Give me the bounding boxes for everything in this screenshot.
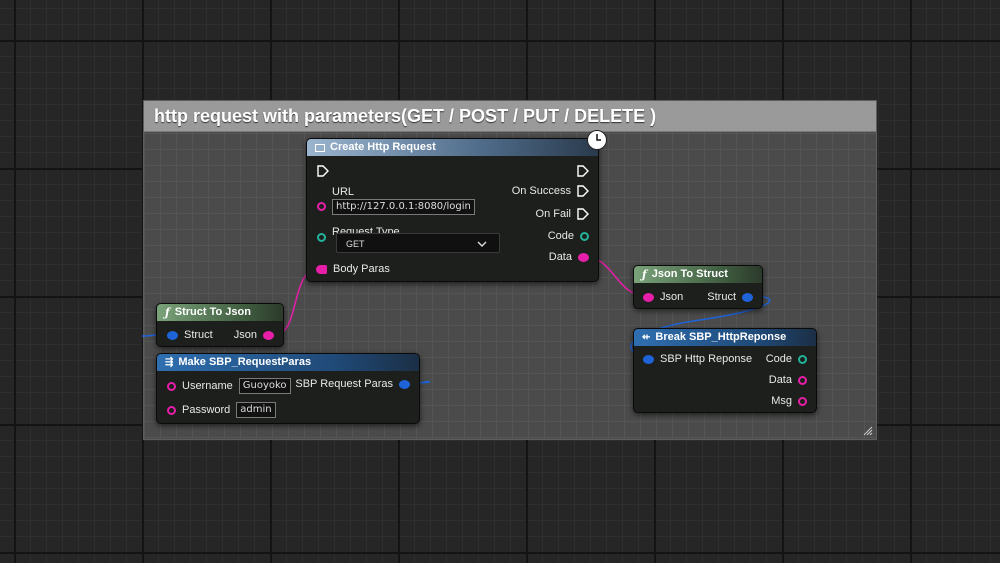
node-icon (315, 143, 325, 152)
password-pin[interactable] (167, 405, 176, 415)
http-response-input-label: SBP Http Reponse (660, 353, 753, 365)
struct-input-pin[interactable] (167, 330, 178, 340)
on-fail-label: On Fail (535, 208, 571, 220)
url-input[interactable]: http://127.0.0.1:8080/login (332, 199, 475, 215)
struct-output-label: Struct (707, 291, 736, 303)
request-type-pin[interactable] (317, 233, 326, 242)
clock-icon (587, 130, 607, 150)
username-label: Username (182, 380, 233, 392)
body-paras-pin[interactable] (316, 264, 327, 274)
break-data-label: Data (768, 374, 792, 386)
json-output-label: Json (233, 329, 257, 341)
username-input[interactable]: Guoyoko (238, 378, 291, 394)
exec-output-pin[interactable] (577, 165, 589, 177)
code-output-label: Code (547, 230, 574, 242)
chevron-down-icon (477, 241, 487, 247)
code-output-pin[interactable] (580, 231, 589, 241)
create-http-request-title: Create Http Request (330, 141, 436, 153)
create-http-request-header[interactable]: Create Http Request (307, 139, 598, 156)
break-msg-pin[interactable] (798, 396, 807, 406)
url-label: URL (332, 186, 355, 198)
json-to-struct-title: Json To Struct (651, 268, 728, 280)
struct-to-json-title: Struct To Json (174, 306, 251, 318)
request-paras-output-label: SBP Request Paras (295, 378, 393, 390)
password-label: Password (182, 404, 231, 416)
url-pin[interactable] (317, 202, 326, 211)
json-input-pin[interactable] (643, 292, 654, 302)
resize-grip-icon[interactable] (863, 426, 873, 436)
create-http-request-node[interactable]: Create Http Request URL http://127.0.0.1… (306, 130, 607, 282)
break-http-response-title: Break SBP_HttpReponse (655, 331, 787, 343)
make-request-paras-header[interactable]: ⇶ Make SBP_RequestParas (157, 354, 419, 371)
break-code-label: Code (765, 353, 792, 365)
break-code-pin[interactable] (798, 354, 807, 364)
request-paras-output-pin[interactable] (399, 379, 410, 389)
request-type-value: GET (346, 239, 365, 249)
break-data-pin[interactable] (798, 375, 807, 385)
password-input[interactable]: admin (236, 402, 276, 418)
json-to-struct-header[interactable]: ƒ Json To Struct (634, 266, 762, 283)
break-http-response-node[interactable]: ⇷ Break SBP_HttpReponse SBP Http Reponse… (633, 328, 817, 413)
request-type-dropdown[interactable]: GET (336, 233, 500, 253)
make-struct-icon: ⇶ (165, 357, 174, 368)
struct-to-json-header[interactable]: ƒ Struct To Json (157, 304, 283, 321)
body-paras-label: Body Paras (333, 263, 390, 275)
username-pin[interactable] (167, 381, 176, 391)
break-struct-icon: ⇷ (642, 332, 651, 343)
break-http-response-header[interactable]: ⇷ Break SBP_HttpReponse (634, 329, 816, 346)
exec-input-pin[interactable] (317, 165, 329, 177)
data-output-label: Data (548, 251, 572, 263)
data-output-pin[interactable] (578, 252, 589, 262)
json-input-label: Json (660, 291, 684, 303)
struct-to-json-node[interactable]: ƒ Struct To Json Struct Json (156, 303, 284, 347)
make-request-paras-title: Make SBP_RequestParas (178, 356, 312, 368)
function-icon: ƒ (642, 268, 647, 281)
on-success-label: On Success (511, 185, 571, 197)
http-response-input-pin[interactable] (643, 354, 654, 364)
comment-title[interactable]: http request with parameters(GET / POST … (144, 101, 876, 132)
json-to-struct-node[interactable]: ƒ Json To Struct Json Struct (633, 265, 763, 309)
function-icon: ƒ (165, 306, 170, 319)
struct-input-label: Struct (184, 329, 213, 341)
on-fail-pin[interactable] (577, 208, 589, 220)
struct-output-pin[interactable] (742, 292, 753, 302)
break-msg-label: Msg (771, 395, 792, 407)
json-output-pin[interactable] (263, 330, 274, 340)
on-success-pin[interactable] (577, 185, 589, 197)
make-request-paras-node[interactable]: ⇶ Make SBP_RequestParas Username Guoyoko… (156, 353, 420, 424)
